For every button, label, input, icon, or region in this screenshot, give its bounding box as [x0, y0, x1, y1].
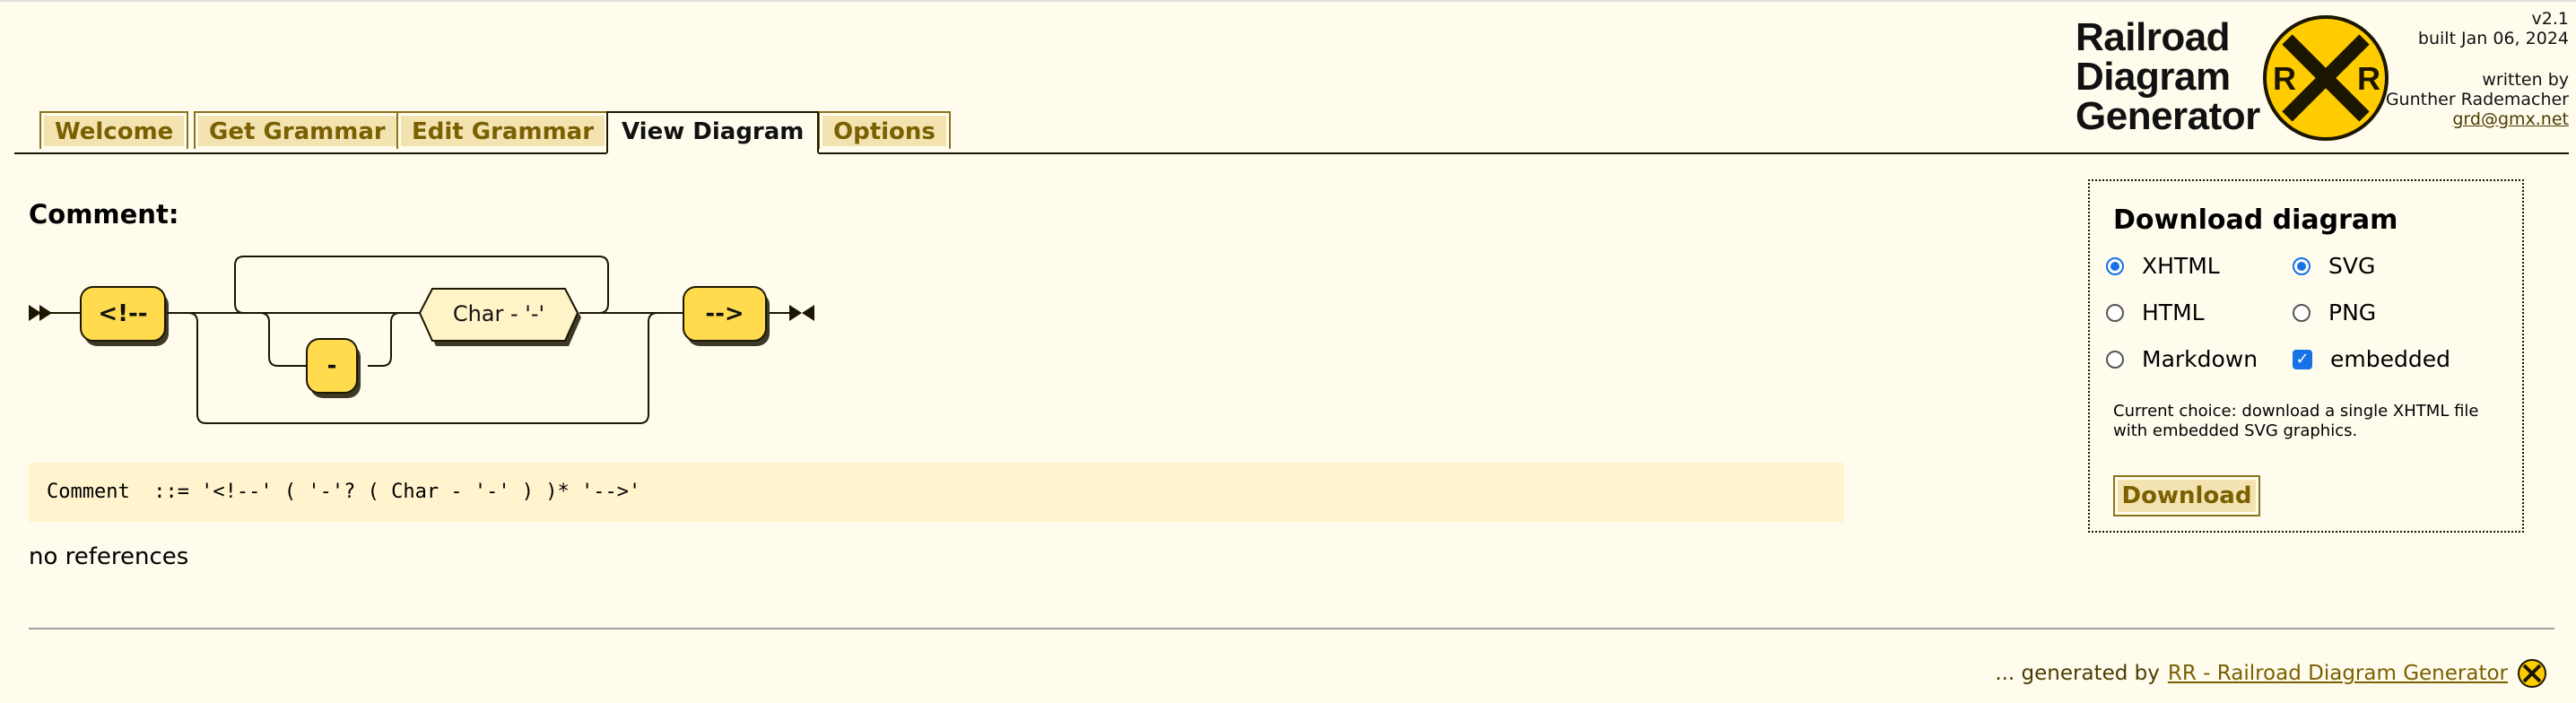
logo-line-2: Diagram — [2076, 55, 2231, 99]
railroad-crossing-icon[interactable] — [2517, 658, 2547, 689]
nonterminal-label[interactable]: Char - '-' — [453, 301, 544, 326]
download-title: Download diagram — [2113, 204, 2398, 236]
footer-prefix: ... generated by — [1995, 662, 2160, 685]
graphics-svg-radio[interactable] — [2293, 256, 2311, 275]
build-date: built Jan 06, 2024 — [2417, 29, 2569, 48]
start-arrow-icon — [29, 305, 52, 321]
end-arrow-icon — [789, 305, 814, 321]
version: v2.1 — [2531, 9, 2569, 29]
graphics-svg-option[interactable]: SVG — [2293, 253, 2375, 279]
format-markdown-option[interactable]: Markdown — [2106, 346, 2258, 372]
format-markdown-radio[interactable] — [2106, 350, 2124, 369]
embedded-label: embedded — [2330, 346, 2450, 372]
format-html-label: HTML — [2142, 299, 2205, 325]
nonterminal-char-minus-dash[interactable]: Char - '-' — [418, 288, 581, 346]
footer-link[interactable]: RR - Railroad Diagram Generator — [2168, 662, 2508, 685]
format-xhtml-radio[interactable] — [2106, 256, 2124, 275]
embedded-checkbox[interactable]: ✓ — [2293, 349, 2312, 369]
author-email-link[interactable]: grd@gmx.net — [2452, 109, 2569, 129]
format-xhtml-label: XHTML — [2142, 253, 2220, 279]
logo-letter-right: R — [2357, 60, 2380, 97]
logo-text: Railroad Diagram Generator — [2076, 18, 2273, 136]
ebnf-definition: Comment ::= '<!--' ( '-'? ( Char - '-' )… — [29, 463, 1844, 522]
terminal-close-label: --> — [705, 300, 744, 327]
graphics-png-radio[interactable] — [2293, 303, 2311, 322]
footer-divider — [29, 628, 2554, 629]
logo-line-1: Railroad — [2076, 15, 2231, 59]
terminal-close-comment: --> — [683, 286, 770, 346]
tab-welcome[interactable]: Welcome — [39, 111, 189, 149]
tab-view-diagram[interactable]: View Diagram — [606, 111, 820, 154]
download-button[interactable]: Download — [2113, 475, 2260, 516]
references-text: no references — [29, 543, 189, 570]
written-by: written by — [2482, 70, 2569, 90]
railroad-diagram: <!-- - Char - '-' --> --> — [29, 256, 814, 424]
graphics-svg-label: SVG — [2328, 253, 2376, 279]
terminal-dash-label: - — [327, 352, 337, 379]
terminal-dash: - — [306, 338, 361, 398]
build-info: v2.1 built Jan 06, 2024 written by Gunth… — [2386, 9, 2569, 129]
tab-get-grammar[interactable]: Get Grammar — [194, 111, 401, 149]
logo-letter-left: R — [2273, 60, 2296, 97]
railroad-crossing-logo-icon: R R — [2263, 15, 2389, 141]
terminal-open-comment: <!-- — [80, 286, 169, 346]
format-xhtml-option[interactable]: XHTML — [2106, 253, 2220, 279]
format-html-option[interactable]: HTML — [2106, 299, 2205, 325]
graphics-png-label: PNG — [2328, 299, 2377, 325]
terminal-open-label: <!-- — [98, 300, 147, 327]
format-html-radio[interactable] — [2106, 303, 2124, 322]
tab-options[interactable]: Options — [818, 111, 951, 149]
production-name: Comment: — [29, 199, 179, 230]
current-choice-text: Current choice: download a single XHTML … — [2113, 402, 2479, 440]
tab-edit-grammar[interactable]: Edit Grammar — [396, 111, 610, 149]
download-panel: Download diagram XHTML HTML Markdown SVG… — [2088, 179, 2524, 533]
logo-line-3: Generator — [2076, 94, 2260, 138]
footer: ... generated by RR - Railroad Diagram G… — [1995, 658, 2547, 689]
format-markdown-label: Markdown — [2142, 346, 2258, 372]
author-name: Gunther Rademacher — [2385, 90, 2569, 109]
graphics-png-option[interactable]: PNG — [2293, 299, 2376, 325]
embedded-option[interactable]: ✓ embedded — [2293, 346, 2450, 372]
